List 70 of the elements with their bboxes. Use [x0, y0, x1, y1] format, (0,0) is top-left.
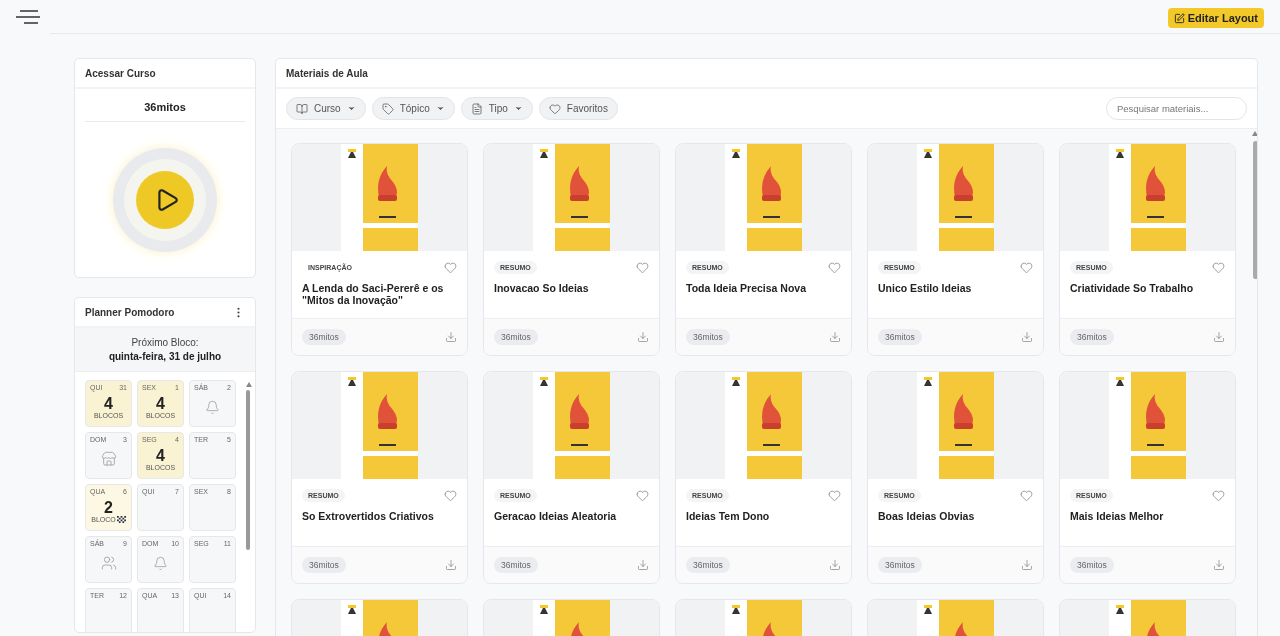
- course-tag: 36mitos: [494, 557, 538, 573]
- book-icon: [296, 102, 308, 115]
- download-button[interactable]: [445, 331, 457, 343]
- material-title: A Lenda do Saci-Pererê e os "Mitos da Inovação": [302, 282, 445, 306]
- card-title: Acessar Curso: [85, 67, 156, 79]
- material-title: Inovacao So Ideias: [494, 282, 590, 294]
- filter-chip[interactable]: Tipo: [460, 97, 533, 120]
- download-button[interactable]: [637, 559, 649, 571]
- favorite-button[interactable]: [444, 261, 457, 274]
- edit-layout-button[interactable]: Editar Layout: [1167, 8, 1264, 28]
- filter-chip[interactable]: Curso: [286, 97, 366, 120]
- next-block-date: quinta-feira, 31 de julho: [107, 351, 223, 362]
- material-title: Ideias Tem Dono: [686, 510, 771, 522]
- download-button[interactable]: [1213, 559, 1225, 571]
- document-icon: [470, 102, 483, 115]
- tag-icon: [381, 102, 394, 115]
- course-tag: 36mitos: [302, 557, 346, 573]
- course-tag: 36mitos: [302, 329, 346, 345]
- material-title: Toda Ideia Precisa Nova: [686, 282, 808, 294]
- block-count: 4: [104, 395, 113, 412]
- bell-icon: [153, 555, 168, 571]
- favorite-button[interactable]: [828, 261, 841, 274]
- filter-chip[interactable]: Tópico: [371, 97, 455, 120]
- block-count: 4: [156, 447, 165, 464]
- next-block-label: Próximo Bloco:: [130, 337, 200, 348]
- material-title: Criatividade So Trabalho: [1070, 282, 1195, 294]
- favorite-button[interactable]: [1212, 489, 1225, 502]
- block-count: 4: [156, 395, 165, 412]
- people-icon: [100, 555, 117, 571]
- caret-icon: [513, 104, 523, 113]
- favorite-button[interactable]: [444, 489, 457, 502]
- course-tag: 36mitos: [686, 557, 730, 573]
- favorite-button[interactable]: [1020, 261, 1033, 274]
- panel-title: Materiais de Aula: [286, 67, 368, 79]
- material-title: Mais Ideias Melhor: [1070, 510, 1165, 522]
- course-tag: 36mitos: [1070, 329, 1114, 345]
- course-name: 36mitos: [85, 101, 245, 122]
- store-icon: [100, 451, 117, 467]
- download-button[interactable]: [829, 331, 841, 343]
- favorite-button[interactable]: [828, 489, 841, 502]
- material-title: So Extrovertidos Criativos: [302, 510, 435, 522]
- card-title: Planner Pomodoro: [85, 306, 175, 318]
- edit-icon: [1173, 12, 1185, 24]
- download-button[interactable]: [829, 559, 841, 571]
- course-tag: 36mitos: [878, 329, 922, 345]
- download-button[interactable]: [445, 559, 457, 571]
- course-tag: 36mitos: [1070, 557, 1114, 573]
- material-title: Geracao Ideias Aleatoria: [494, 510, 618, 522]
- bell-icon: [205, 399, 220, 415]
- menu-icon[interactable]: [16, 9, 40, 24]
- block-count: 2: [104, 499, 113, 516]
- play-button[interactable]: [136, 170, 194, 229]
- heart-icon: [548, 102, 561, 115]
- download-button[interactable]: [1213, 331, 1225, 343]
- caret-icon: [346, 104, 356, 113]
- caret-icon: [435, 104, 445, 113]
- favorite-button[interactable]: [1020, 489, 1033, 502]
- favorite-button[interactable]: [1212, 261, 1225, 274]
- search-field[interactable]: Pesquisar materiais...: [1106, 97, 1247, 120]
- favorite-button[interactable]: [636, 261, 649, 274]
- course-tag: 36mitos: [686, 329, 730, 345]
- course-tag: 36mitos: [878, 557, 922, 573]
- course-tag: 36mitos: [494, 329, 538, 345]
- favorite-button[interactable]: [636, 489, 649, 502]
- filter-chip[interactable]: Favoritos: [538, 97, 618, 120]
- material-title: Boas Ideias Obvias: [878, 510, 976, 522]
- material-title: Unico Estilo Ideias: [878, 282, 973, 294]
- download-button[interactable]: [1021, 331, 1033, 343]
- download-button[interactable]: [1021, 559, 1033, 571]
- download-button[interactable]: [637, 331, 649, 343]
